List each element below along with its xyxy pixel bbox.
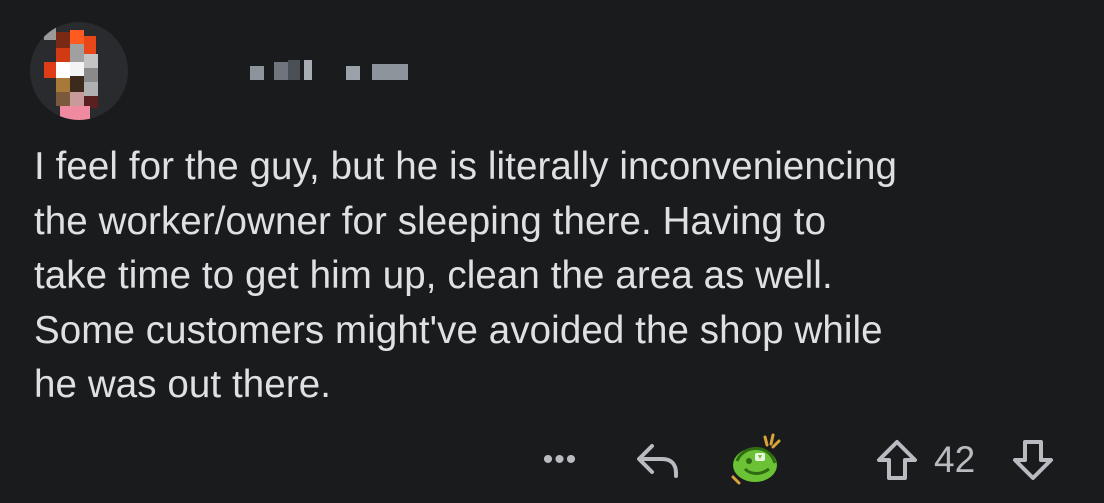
- reply-button[interactable]: [632, 436, 684, 484]
- comment-body-line-1: I feel for the guy, but he is literally …: [34, 145, 897, 188]
- reply-arrow-icon: [637, 444, 678, 478]
- username-redacted[interactable]: [248, 60, 413, 86]
- more-options-button[interactable]: •••: [538, 440, 582, 480]
- upvote-button[interactable]: [872, 436, 922, 484]
- award-icon: [731, 433, 781, 485]
- user-avatar[interactable]: [30, 22, 128, 120]
- comment-action-bar: ••• 42: [0, 430, 1104, 490]
- comment-body: I feel for the guy, but he is literally …: [34, 140, 1079, 413]
- vote-score: 42: [934, 439, 976, 480]
- downvote-arrow-icon: [1013, 440, 1053, 480]
- comment-body-line-4: Some customers might've avoided the shop…: [34, 308, 883, 352]
- upvote-arrow-icon: [877, 440, 917, 480]
- award-button[interactable]: [724, 430, 790, 490]
- comment-body-line-5: he was out there.: [34, 363, 332, 406]
- comment-body-line-2: the worker/owner for sleeping there. Hav…: [34, 199, 827, 243]
- comment-card: I feel for the guy, but he is literally …: [0, 0, 1104, 503]
- downvote-button[interactable]: [1008, 436, 1058, 484]
- more-options-icon: •••: [542, 443, 578, 476]
- comment-body-line-3: take time to get him up, clean the area …: [34, 254, 833, 297]
